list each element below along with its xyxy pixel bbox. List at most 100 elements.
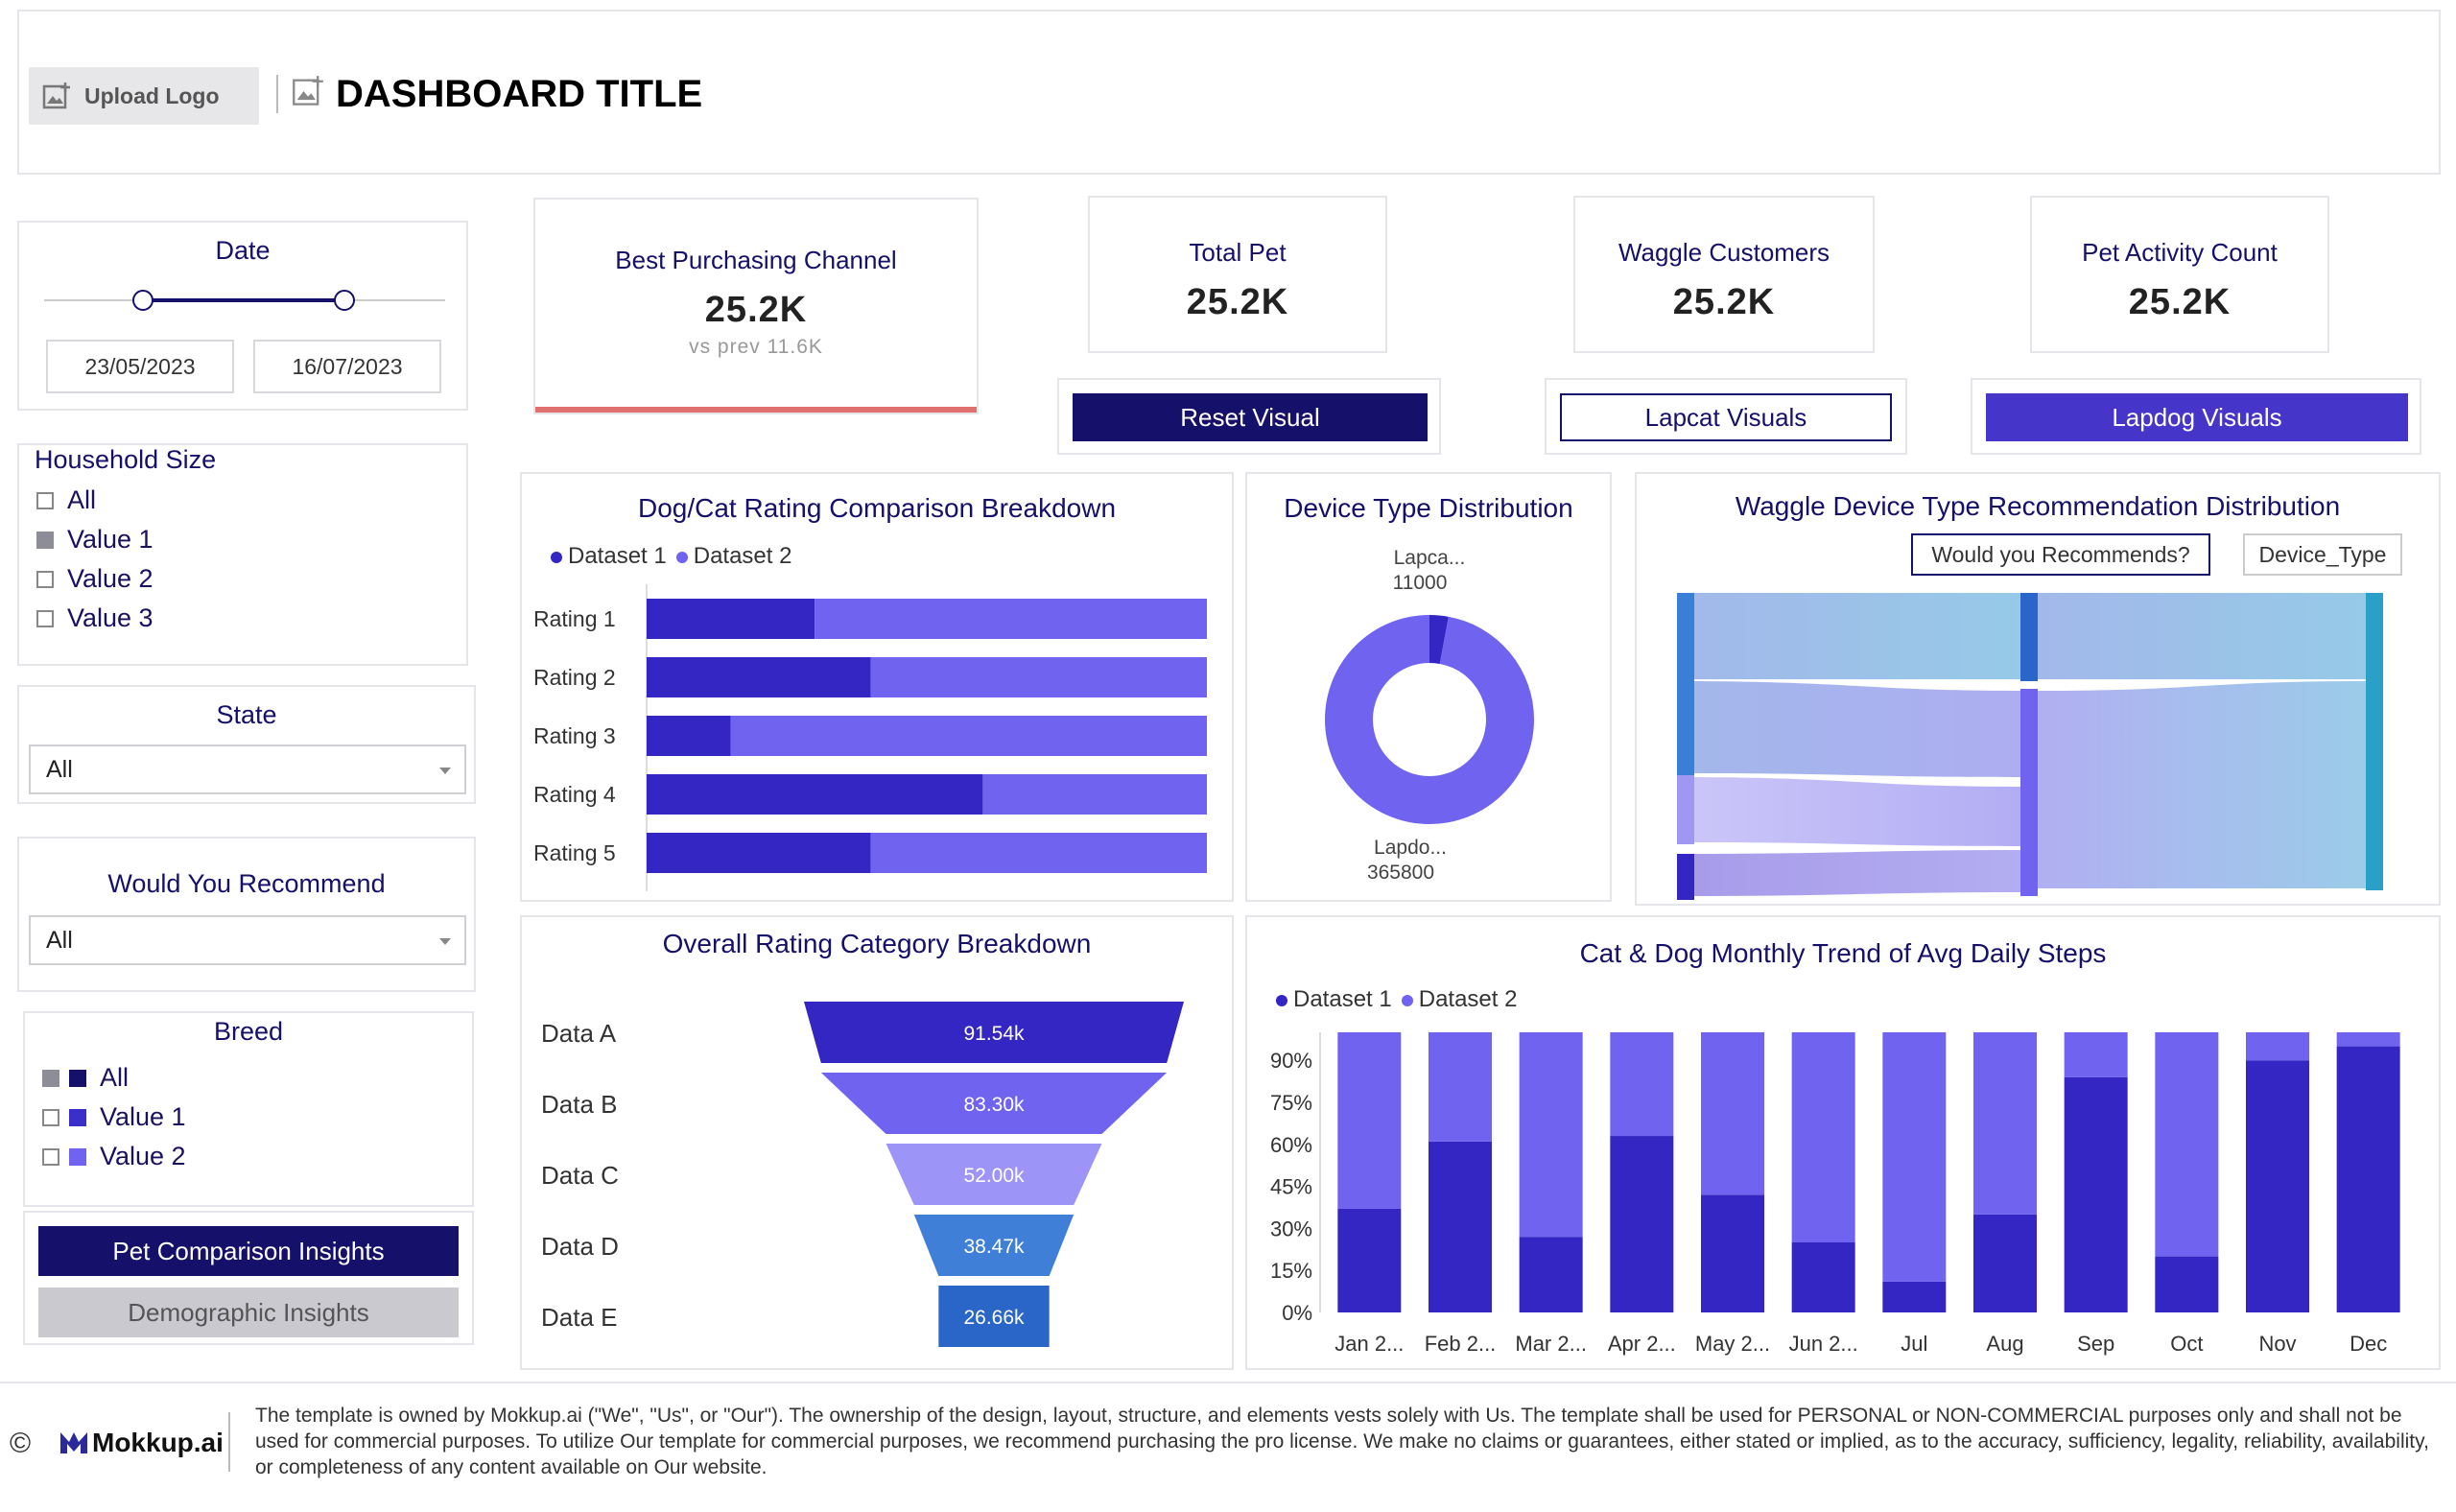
date-filter-title: Date bbox=[215, 236, 271, 265]
kpi-pet-activity-card: Pet Activity Count 25.2K bbox=[2030, 196, 2329, 353]
x-tick-label: Nov bbox=[2258, 1332, 2296, 1356]
y-tick-label: 90% bbox=[1270, 1049, 1312, 1073]
checkbox[interactable] bbox=[36, 570, 54, 588]
bar-8-series-2 bbox=[1973, 1032, 2037, 1215]
page-nav-card: Pet Comparison Insights Demographic Insi… bbox=[23, 1211, 474, 1345]
breed-color-swatch bbox=[69, 1108, 86, 1126]
steps-chart: 0% 15% 30% 45% 60% 75% 90% Jan 2... Feb 2... Mar … bbox=[1270, 1032, 2400, 1356]
bar-rating-2-series-2 bbox=[870, 657, 1207, 697]
date-slider-range bbox=[142, 298, 343, 302]
checkbox[interactable] bbox=[42, 1147, 59, 1166]
x-tick-label: Jul bbox=[1901, 1332, 1927, 1356]
funnel-chart: 91.54k Data A 83.30k Data B 52.00k Data C 38.4… bbox=[541, 1002, 1184, 1347]
sankey-node-mid-1 bbox=[2020, 593, 2038, 681]
lapdog-visuals-card: Lapdog Visuals bbox=[1971, 378, 2421, 455]
image-upload-icon bbox=[42, 83, 70, 109]
bar-rating-3-series-1 bbox=[647, 716, 731, 756]
device-type-card: Device Type Distribution Lapca... 11000 La… bbox=[1245, 472, 1612, 902]
checkbox[interactable] bbox=[36, 609, 54, 627]
sankey-link-2 bbox=[1679, 681, 2024, 777]
y-tick-label: 30% bbox=[1270, 1217, 1312, 1240]
funnel-category-label: Data E bbox=[541, 1303, 618, 1332]
funnel-value-label: 83.30k bbox=[963, 1094, 1025, 1116]
chevron-down-icon bbox=[439, 768, 451, 774]
date-end-input[interactable]: 16/07/2023 bbox=[253, 340, 441, 393]
image-placeholder-icon bbox=[292, 75, 324, 112]
sankey-link-6 bbox=[2036, 681, 2366, 888]
footer-separator bbox=[228, 1412, 230, 1472]
checkbox[interactable] bbox=[36, 531, 54, 549]
breed-option[interactable]: Value 1 bbox=[42, 1102, 186, 1132]
funnel-category-label: Data C bbox=[541, 1161, 619, 1190]
funnel-category-label: Data D bbox=[541, 1232, 619, 1261]
state-select[interactable]: All bbox=[29, 744, 466, 794]
bar-10-series-2 bbox=[2155, 1032, 2219, 1257]
bar-3-series-2 bbox=[1519, 1032, 1583, 1238]
breed-option-label: Value 1 bbox=[100, 1102, 186, 1131]
recommend-select[interactable]: All bbox=[29, 915, 466, 965]
sankey-node-left-2 bbox=[1677, 775, 1694, 844]
footer-divider bbox=[0, 1382, 2456, 1383]
recommend-select-value: All bbox=[46, 926, 73, 954]
breed-option[interactable]: All bbox=[42, 1063, 129, 1093]
sankey-node-left-3 bbox=[1677, 854, 1694, 900]
funnel-value-label: 38.47k bbox=[963, 1236, 1025, 1258]
checkbox[interactable] bbox=[42, 1108, 59, 1126]
sankey-node-right-1 bbox=[2366, 593, 2383, 890]
household-option[interactable]: Value 2 bbox=[36, 564, 154, 594]
upload-logo-button[interactable]: Upload Logo bbox=[29, 67, 259, 125]
kpi-waggle-customers-value: 25.2K bbox=[1672, 282, 1776, 322]
breed-option[interactable]: Value 2 bbox=[42, 1142, 186, 1171]
date-slider-start-handle[interactable] bbox=[132, 290, 154, 311]
bar-11-series-2 bbox=[2246, 1032, 2309, 1061]
x-tick-label: Oct bbox=[2170, 1332, 2203, 1356]
demographic-insights-button[interactable]: Demographic Insights bbox=[38, 1288, 459, 1337]
lapdog-visuals-button[interactable]: Lapdog Visuals bbox=[1986, 393, 2408, 441]
state-filter-card: State All bbox=[17, 685, 476, 804]
kpi-best-channel-label: Best Purchasing Channel bbox=[615, 246, 897, 274]
lapcat-visuals-button[interactable]: Lapcat Visuals bbox=[1560, 393, 1892, 441]
sankey-node-left-1 bbox=[1677, 593, 1694, 775]
y-tick-label: 15% bbox=[1270, 1259, 1312, 1283]
mokkup-logo-icon bbox=[60, 1432, 87, 1453]
reset-visual-button[interactable]: Reset Visual bbox=[1073, 393, 1428, 441]
household-option[interactable]: Value 3 bbox=[36, 603, 154, 633]
bar-6-series-2 bbox=[1791, 1032, 1855, 1242]
kpi-total-pet-value: 25.2K bbox=[1186, 282, 1289, 322]
bar-10-series-1 bbox=[2155, 1256, 2219, 1312]
household-option[interactable]: All bbox=[36, 485, 96, 515]
copyright-icon: © bbox=[10, 1428, 32, 1459]
bar-5-series-1 bbox=[1701, 1194, 1764, 1312]
funnel-category-label: Data A bbox=[541, 1019, 617, 1048]
kpi-best-channel-comparison: vs prev 11.6K bbox=[689, 336, 823, 358]
bar-rating-5-series-1 bbox=[647, 833, 871, 873]
bar-rating-1-series-1 bbox=[647, 599, 815, 639]
footer-disclaimer: The template is owned by Mokkup.ai ("We"… bbox=[255, 1405, 2429, 1478]
bar-rating-1-series-2 bbox=[815, 599, 1207, 639]
bar-rating-3-series-2 bbox=[730, 716, 1207, 756]
steps-card: Cat & Dog Monthly Trend of Avg Daily Ste… bbox=[1245, 915, 2441, 1370]
date-slider-end-handle[interactable] bbox=[334, 290, 355, 311]
bar-7-series-1 bbox=[1882, 1281, 1947, 1312]
kpi-best-channel-card: Best Purchasing Channel 25.2K vs prev 11… bbox=[533, 198, 979, 414]
household-option-label: All bbox=[67, 485, 97, 514]
household-option[interactable]: Value 1 bbox=[36, 525, 154, 555]
checkbox[interactable] bbox=[36, 491, 54, 509]
sankey-diagram bbox=[1677, 593, 2383, 900]
pet-comparison-button[interactable]: Pet Comparison Insights bbox=[38, 1226, 459, 1276]
sankey-link-5 bbox=[2036, 593, 2366, 679]
sankey-link-3 bbox=[1679, 777, 2024, 846]
recommend-filter-title: Would You Recommend bbox=[107, 869, 386, 898]
breed-color-swatch bbox=[69, 1069, 86, 1087]
y-tick-label: 0% bbox=[1282, 1301, 1312, 1325]
kpi-pet-activity-label: Pet Activity Count bbox=[2082, 238, 2278, 267]
checkbox[interactable] bbox=[42, 1069, 59, 1087]
state-filter-title: State bbox=[216, 700, 277, 729]
mokkup-logo[interactable]: Mokkup.ai bbox=[59, 1428, 224, 1458]
funnel-value-label: 91.54k bbox=[963, 1023, 1025, 1045]
y-tick-label: 45% bbox=[1270, 1175, 1312, 1199]
sankey-node-mid-2 bbox=[2020, 689, 2038, 896]
date-start-input[interactable]: 23/05/2023 bbox=[46, 340, 234, 393]
bar-12-series-1 bbox=[2336, 1046, 2400, 1312]
bar-9-series-2 bbox=[2064, 1032, 2128, 1077]
